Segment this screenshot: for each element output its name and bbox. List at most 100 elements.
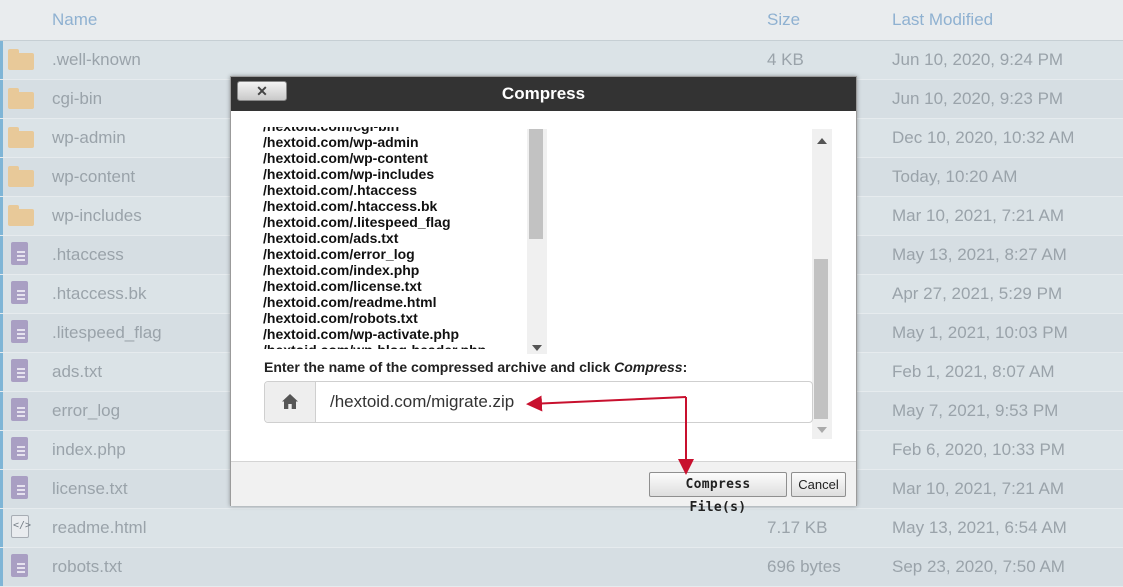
file-name[interactable]: .litespeed_flag: [52, 323, 162, 343]
selected-files-list[interactable]: /hextoid.com/cgi-bin/hextoid.com/wp-admi…: [263, 127, 548, 349]
file-last-modified: Feb 6, 2020, 10:33 PM: [892, 440, 1065, 459]
file-last-modified: May 1, 2021, 10:03 PM: [892, 323, 1068, 342]
home-addon: [265, 382, 316, 422]
selected-file-path: /hextoid.com/error_log: [263, 246, 415, 262]
dialog-footer: Compress File(s) Cancel: [231, 461, 856, 515]
row-accent: [0, 236, 3, 274]
file-last-modified: Apr 27, 2021, 5:29 PM: [892, 284, 1063, 303]
prompt-colon: :: [682, 359, 688, 375]
file-last-modified: Sep 23, 2020, 7:50 AM: [892, 557, 1065, 576]
scroll-down-arrow-icon[interactable]: [817, 427, 827, 433]
selected-file-path: /hextoid.com/readme.html: [263, 294, 437, 310]
file-name[interactable]: .htaccess.bk: [52, 284, 147, 304]
file-last-modified: Today, 10:20 AM: [892, 167, 1018, 186]
file-name[interactable]: wp-includes: [52, 206, 142, 226]
file-last-modified: Feb 1, 2021, 8:07 AM: [892, 362, 1055, 381]
column-header-name[interactable]: Name: [52, 10, 97, 30]
file-last-modified: Mar 10, 2021, 7:21 AM: [892, 479, 1064, 498]
html-file-icon: </>: [8, 515, 34, 539]
file-last-modified: Mar 10, 2021, 7:21 AM: [892, 206, 1064, 225]
folder-icon: [8, 127, 34, 149]
row-accent: [0, 158, 3, 196]
row-accent: [0, 80, 3, 118]
folder-icon: [8, 49, 34, 71]
selected-file-path: /hextoid.com/wp-activate.php: [263, 326, 460, 342]
file-name[interactable]: .well-known: [52, 50, 141, 70]
close-icon: ✕: [256, 83, 268, 99]
row-accent: [0, 353, 3, 391]
file-size: 4 KB: [767, 50, 804, 69]
close-button[interactable]: ✕: [237, 81, 287, 101]
file-icon: [8, 242, 34, 266]
file-last-modified: Dec 10, 2020, 10:32 AM: [892, 128, 1075, 147]
compress-files-button[interactable]: Compress File(s): [649, 472, 787, 515]
scroll-up-arrow-icon[interactable]: [817, 138, 827, 144]
row-accent: [0, 548, 3, 586]
file-name[interactable]: error_log: [52, 401, 120, 421]
file-name[interactable]: ads.txt: [52, 362, 102, 382]
selected-file-path: /hextoid.com/.htaccess: [263, 182, 418, 198]
file-last-modified: Jun 10, 2020, 9:23 PM: [892, 89, 1064, 108]
selected-file-path: /hextoid.com/wp-content: [263, 150, 428, 166]
file-icon: [8, 359, 34, 383]
column-header-last-modified[interactable]: Last Modified: [892, 10, 993, 30]
row-accent: [0, 119, 3, 157]
compress-dialog: Compress ✕ /hextoid.com/cgi-bin/hextoid.…: [230, 76, 857, 515]
selected-file-path: /hextoid.com/wp-blog-header.php: [263, 342, 548, 349]
row-accent: [0, 41, 3, 79]
table-row[interactable]: robots.txt 696 bytes Sep 23, 2020, 7:50 AM: [0, 548, 1123, 587]
row-accent: [0, 470, 3, 508]
file-icon: [8, 281, 34, 305]
row-accent: [0, 314, 3, 352]
file-name[interactable]: wp-admin: [52, 128, 126, 148]
selected-file-path: /hextoid.com/index.php: [263, 262, 420, 278]
archive-name-prompt: Enter the name of the compressed archive…: [264, 359, 687, 375]
files-list-scrollbar[interactable]: [527, 129, 547, 354]
folder-icon: [8, 205, 34, 227]
selected-file-path: /hextoid.com/ads.txt: [263, 230, 399, 246]
dialog-title-bar: Compress ✕: [231, 77, 856, 111]
file-size: 696 bytes: [767, 557, 841, 576]
table-header: Name Size Last Modified: [0, 0, 1123, 41]
file-name[interactable]: index.php: [52, 440, 126, 460]
file-icon: [8, 398, 34, 422]
file-name[interactable]: wp-content: [52, 167, 135, 187]
file-name[interactable]: license.txt: [52, 479, 128, 499]
file-name[interactable]: robots.txt: [52, 557, 122, 577]
selected-file-path: /hextoid.com/.litespeed_flag: [263, 214, 451, 230]
file-name[interactable]: readme.html: [52, 518, 146, 538]
archive-name-input[interactable]: [316, 382, 820, 422]
selected-file-path: /hextoid.com/wp-includes: [263, 166, 435, 182]
file-icon: [8, 437, 34, 461]
selected-file-path: /hextoid.com/.htaccess.bk: [263, 198, 438, 214]
cancel-button[interactable]: Cancel: [791, 472, 846, 497]
file-last-modified: May 7, 2021, 9:53 PM: [892, 401, 1059, 420]
dialog-title: Compress: [501, 84, 586, 103]
column-header-size[interactable]: Size: [767, 10, 800, 30]
archive-name-group: [264, 381, 820, 423]
scroll-down-arrow-icon[interactable]: [532, 345, 542, 351]
selected-file-path: /hextoid.com/wp-admin: [263, 134, 419, 150]
row-accent: [0, 197, 3, 235]
selected-file-path: /hextoid.com/cgi-bin: [263, 127, 548, 134]
selected-file-path: /hextoid.com/license.txt: [263, 278, 422, 294]
home-icon: [282, 394, 298, 409]
folder-icon: [8, 166, 34, 188]
row-accent: [0, 275, 3, 313]
file-icon: [8, 320, 34, 344]
prompt-emphasis: Compress: [614, 359, 683, 375]
selected-file-path: /hextoid.com/robots.txt: [263, 310, 418, 326]
file-icon: [8, 476, 34, 500]
row-accent: [0, 431, 3, 469]
row-accent: [0, 509, 3, 547]
files-list-scrollbar-thumb[interactable]: [529, 129, 543, 239]
row-accent: [0, 392, 3, 430]
table-row[interactable]: </> readme.html 7.17 KB May 13, 2021, 6:54 …: [0, 509, 1123, 548]
file-name[interactable]: .htaccess: [52, 245, 124, 265]
file-last-modified: May 13, 2021, 8:27 AM: [892, 245, 1067, 264]
file-name[interactable]: cgi-bin: [52, 89, 102, 109]
file-last-modified: May 13, 2021, 6:54 AM: [892, 518, 1067, 537]
table-row[interactable]: .well-known 4 KB Jun 10, 2020, 9:24 PM: [0, 41, 1123, 80]
folder-icon: [8, 88, 34, 110]
file-size: 7.17 KB: [767, 518, 828, 537]
